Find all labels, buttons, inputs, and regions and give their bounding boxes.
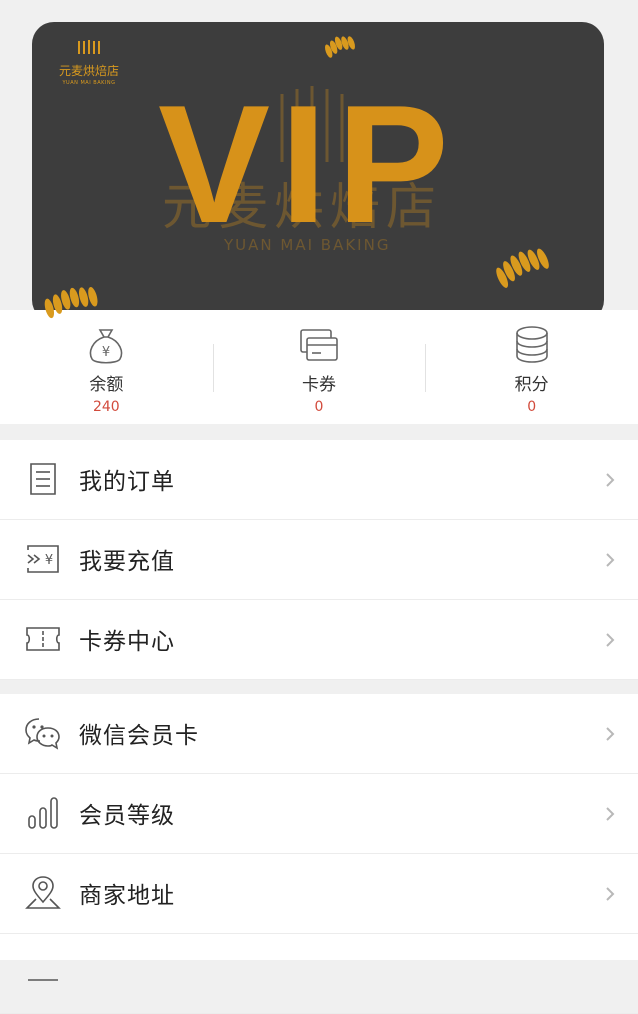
menu-item-member-level[interactable]: 会员等级 — [0, 774, 638, 854]
wheat-decoration-icon — [44, 287, 98, 319]
stat-value: 0 — [314, 399, 324, 415]
stat-points[interactable]: 积分 0 — [425, 310, 638, 424]
chevron-right-icon — [606, 473, 615, 487]
stat-value: 240 — [92, 399, 120, 415]
chevron-right-icon — [606, 727, 615, 741]
wheat-decoration-icon — [325, 36, 355, 58]
svg-text:¥: ¥ — [102, 345, 110, 360]
menu-item-recharge[interactable]: ¥ 我要充值 — [0, 520, 638, 600]
ticket-icon — [26, 627, 60, 651]
brand-name-en: YUAN MAI BAKING — [62, 80, 116, 86]
menu-group-membership: 微信会员卡 会员等级 商家地址 — [0, 694, 638, 1014]
wheat-logo-icon — [78, 40, 100, 54]
coins-stack-icon — [515, 326, 548, 363]
brand-logo: 元麦烘焙店 YUAN MAI BAKING — [50, 38, 128, 98]
chevron-right-icon — [606, 553, 615, 567]
menu-item-label: 我的订单 — [79, 469, 175, 495]
card-area: 元麦烘焙店 YUAN MAI BAKING 元麦烘焙店 YUAN MAI BAK… — [0, 0, 638, 322]
menu-item-label: 卡券中心 — [79, 629, 175, 655]
stat-value: 0 — [527, 399, 537, 415]
menu-item-label: 我要充值 — [79, 549, 175, 575]
menu-item-partial[interactable] — [0, 934, 638, 1014]
brand-name: 元麦烘焙店 — [58, 64, 119, 78]
vip-membership-card[interactable]: 元麦烘焙店 YUAN MAI BAKING 元麦烘焙店 YUAN MAI BAK… — [32, 22, 604, 322]
menu-item-label: 会员等级 — [79, 803, 175, 829]
wheat-decoration-icon — [496, 248, 549, 288]
account-stats: ¥ 余额 240 卡券 0 积分 0 — [0, 310, 638, 424]
chevron-right-icon — [606, 887, 615, 901]
location-pin-icon — [25, 876, 61, 909]
chevron-right-icon — [606, 807, 615, 821]
menu-item-label: 微信会员卡 — [79, 723, 199, 749]
menu-item-label: 商家地址 — [79, 883, 175, 909]
menu-item-my-orders[interactable]: 我的订单 — [0, 440, 638, 520]
vip-title: VIP — [158, 70, 459, 258]
menu-item-coupon-center[interactable]: 卡券中心 — [0, 600, 638, 680]
menu-item-wechat-card[interactable]: 微信会员卡 — [0, 694, 638, 774]
money-bag-icon: ¥ — [90, 329, 123, 364]
order-list-icon — [30, 463, 56, 495]
menu-item-store-address[interactable]: 商家地址 — [0, 854, 638, 934]
stat-label: 积分 — [514, 375, 549, 395]
stat-coupons[interactable]: 卡券 0 — [212, 310, 426, 424]
svg-text:¥: ¥ — [45, 553, 53, 568]
recharge-icon: ¥ — [27, 545, 59, 573]
menu-group-orders: 我的订单 ¥ 我要充值 卡券中心 — [0, 440, 638, 680]
cards-icon — [300, 329, 338, 361]
stat-balance[interactable]: ¥ 余额 240 — [0, 310, 213, 424]
stat-label: 卡券 — [302, 375, 336, 395]
bar-level-icon — [28, 797, 58, 829]
chevron-right-icon — [606, 633, 615, 647]
stat-label: 余额 — [89, 375, 124, 395]
wechat-icon — [25, 718, 60, 750]
